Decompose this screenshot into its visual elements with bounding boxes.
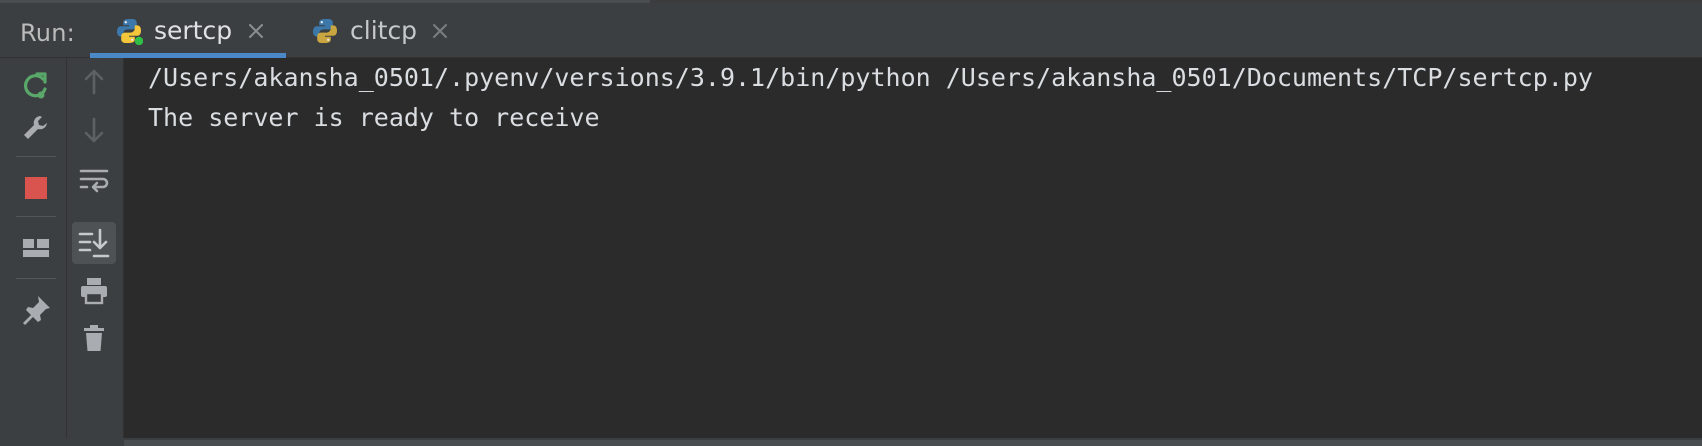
python-icon	[117, 19, 143, 45]
tab-label-sertcp: sertcp	[154, 16, 233, 45]
toolbar-divider	[16, 156, 56, 157]
python-icon	[313, 19, 337, 43]
tab-sertcp[interactable]: sertcp	[90, 3, 286, 58]
arrow-up-icon[interactable]	[76, 64, 112, 100]
scroll-to-end-icon[interactable]	[76, 225, 112, 261]
run-actions-toolbar	[0, 58, 67, 438]
wrench-icon[interactable]	[18, 110, 54, 146]
print-icon[interactable]	[76, 272, 112, 308]
rerun-icon[interactable]	[18, 68, 54, 104]
arrow-down-icon[interactable]	[76, 112, 112, 148]
toolbar-divider	[16, 278, 56, 279]
tab-clitcp[interactable]: clitcp	[308, 3, 458, 57]
soft-wrap-icon[interactable]	[76, 162, 112, 198]
close-icon[interactable]	[430, 21, 450, 41]
run-tool-window: Run: sertcp clitcp /Users/akansha_0501/.…	[0, 0, 1702, 446]
console-line-output: The server is ready to receive	[148, 103, 600, 132]
run-header: Run: sertcp clitcp	[0, 3, 1702, 58]
trash-icon[interactable]	[76, 320, 112, 356]
toolbar-divider	[16, 216, 56, 217]
console-line-command: /Users/akansha_0501/.pyenv/versions/3.9.…	[148, 63, 1593, 92]
layout-icon[interactable]	[18, 230, 54, 266]
tab-label-clitcp: clitcp	[350, 16, 418, 45]
run-label: Run:	[20, 19, 75, 47]
horizontal-scrollbar[interactable]	[124, 440, 1702, 446]
console-output[interactable]: /Users/akansha_0501/.pyenv/versions/3.9.…	[124, 58, 1702, 438]
stop-icon[interactable]	[18, 170, 54, 206]
close-icon[interactable]	[246, 21, 266, 41]
console-actions-toolbar	[67, 58, 124, 438]
pin-icon[interactable]	[18, 292, 54, 328]
